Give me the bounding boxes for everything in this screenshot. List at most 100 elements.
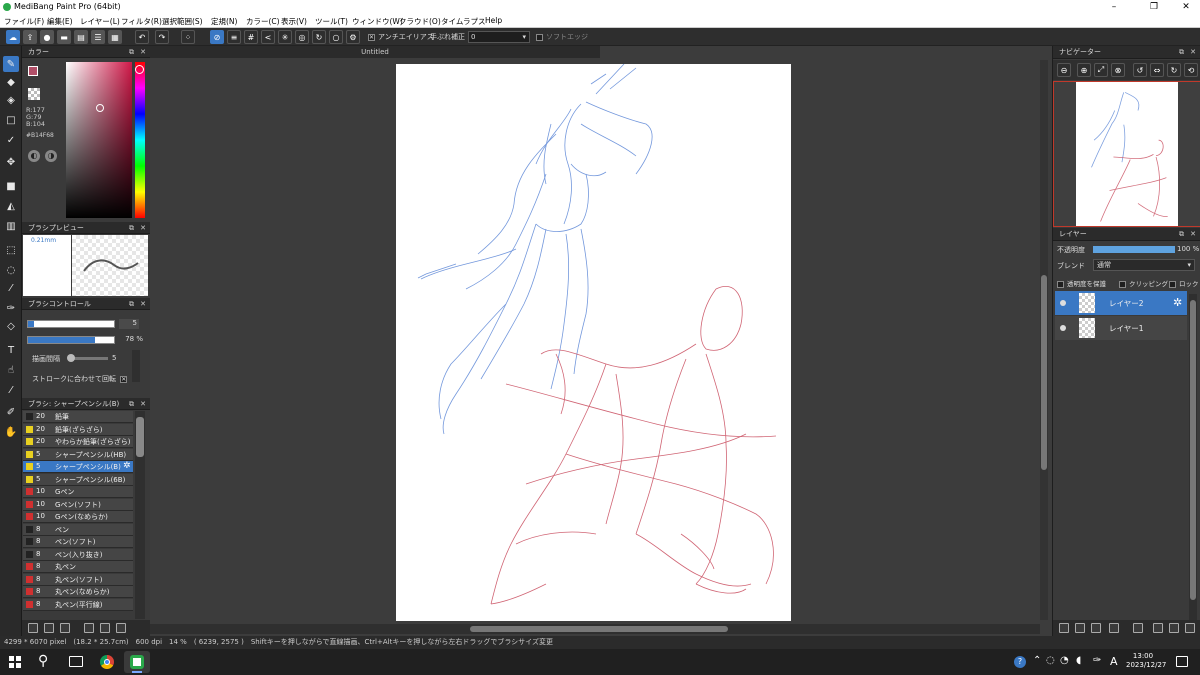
drawing-canvas[interactable]: [396, 63, 791, 621]
undock-icon[interactable]: ⧉: [129, 298, 134, 310]
brush-opacity-slider[interactable]: [27, 336, 115, 344]
zoom-out-icon[interactable]: ⊖: [1057, 63, 1071, 77]
layer-settings-icon[interactable]: ✲: [1173, 296, 1182, 309]
chevron-up-icon[interactable]: ⌃: [1033, 655, 1041, 666]
menu-help[interactable]: Help: [485, 16, 502, 25]
brush-item[interactable]: 8 丸ペン(平行線): [23, 598, 133, 611]
visibility-icon[interactable]: [1060, 325, 1066, 331]
fit-icon[interactable]: ⤢: [1094, 63, 1108, 77]
snap-radial-icon[interactable]: ✳: [278, 30, 292, 44]
clipping-checkbox[interactable]: [1119, 280, 1126, 288]
layer-scrollbar[interactable]: [1189, 294, 1197, 620]
palette-icon[interactable]: ◐: [28, 150, 40, 162]
menu-layer[interactable]: レイヤー(L): [80, 16, 120, 27]
zoom-reset-icon[interactable]: ⊗: [1111, 63, 1125, 77]
spacing-handle[interactable]: [67, 354, 75, 362]
select-pen-icon[interactable]: ✑: [3, 300, 19, 316]
ime-indicator[interactable]: A: [1110, 655, 1118, 668]
fill-rect-icon[interactable]: ■: [3, 178, 19, 194]
add-brush-icon[interactable]: [44, 623, 54, 633]
maximize-button[interactable]: ❐: [1140, 0, 1168, 14]
new-folder-icon[interactable]: [1133, 623, 1143, 633]
picker-cursor[interactable]: [96, 104, 104, 112]
stabilizer-select[interactable]: 0 ▾: [468, 31, 530, 43]
antialias-toggle[interactable]: ✕ アンチエイリアス: [368, 32, 434, 42]
visibility-icon[interactable]: [1060, 300, 1066, 306]
brush-list-scrollbar[interactable]: [135, 411, 145, 619]
brush-item[interactable]: 5 シャープペンシル(6B): [23, 473, 133, 486]
text-tool-icon[interactable]: T: [3, 342, 19, 358]
hue-slider[interactable]: [135, 62, 145, 218]
eraser-tool-icon[interactable]: ◆: [3, 74, 19, 90]
chrome-icon[interactable]: [100, 655, 114, 669]
brush-item[interactable]: 10 Gペン: [23, 486, 133, 498]
dot-eraser-icon[interactable]: ◈: [3, 92, 19, 108]
antialias-checkbox[interactable]: ✕: [368, 33, 375, 41]
upload-icon[interactable]: ⇪: [23, 30, 37, 44]
menu-file[interactable]: ファイル(F): [4, 16, 44, 27]
windows-start-icon[interactable]: [9, 656, 21, 668]
check-tool-icon[interactable]: ✓: [3, 132, 19, 148]
new-8bit-layer-icon[interactable]: [1091, 623, 1101, 633]
snap-none-icon[interactable]: ⊘: [210, 30, 224, 44]
menu-timelapse[interactable]: タイムラプス: [441, 16, 485, 27]
onedrive-icon[interactable]: ◌: [1046, 655, 1055, 666]
brush-item[interactable]: 10 Gペン(ソフト): [23, 498, 133, 511]
brush-item[interactable]: 10 Gペン(なめらか): [23, 511, 133, 523]
rotate-stroke-checkbox[interactable]: ✕: [120, 375, 128, 383]
lock-toggle[interactable]: ロック: [1169, 278, 1199, 288]
close-icon[interactable]: ✕: [140, 46, 146, 58]
protect-alpha-toggle[interactable]: 透明度を保護: [1057, 278, 1106, 288]
snap-circle-icon[interactable]: ◎: [295, 30, 309, 44]
bucket-tool-icon[interactable]: ◭: [3, 198, 19, 214]
rotate-right-icon[interactable]: ↻: [1167, 63, 1181, 77]
spacing-slider[interactable]: [67, 354, 108, 362]
close-icon[interactable]: ✕: [140, 222, 146, 234]
menu-filter[interactable]: フィルタ(R): [121, 16, 162, 27]
primary-color-swatch[interactable]: [28, 66, 38, 76]
grid-icon[interactable]: ▦: [108, 30, 122, 44]
comment-icon[interactable]: ▬: [57, 30, 71, 44]
operation-tool-icon[interactable]: ☝: [3, 362, 19, 378]
lock-checkbox[interactable]: [1169, 280, 1176, 288]
minimize-button[interactable]: –: [1100, 0, 1128, 14]
undock-icon[interactable]: ⧉: [1179, 228, 1184, 240]
cloud-icon[interactable]: ☁: [6, 30, 20, 44]
menu-tool[interactable]: ツール(T): [315, 16, 348, 27]
menu-window[interactable]: ウィンドウ(W): [352, 16, 403, 27]
notifications-icon[interactable]: [1176, 656, 1188, 667]
magic-wand-icon[interactable]: ⁄: [3, 280, 19, 296]
select-eraser-icon[interactable]: ◇: [3, 318, 19, 334]
brush-size-slider[interactable]: [27, 320, 115, 328]
transparent-swatch[interactable]: [28, 88, 40, 100]
menu-color[interactable]: カラー(C): [246, 16, 280, 27]
brush-item[interactable]: 8 ペン(入り抜き): [23, 548, 133, 561]
rotate-left-icon[interactable]: ↺: [1133, 63, 1147, 77]
rect-select-icon[interactable]: □: [3, 112, 19, 128]
speech-bubble-icon[interactable]: ●: [40, 30, 54, 44]
brush-item[interactable]: 8 丸ペン(なめらか): [23, 586, 133, 598]
search-icon[interactable]: ⚲: [38, 653, 48, 669]
undock-icon[interactable]: ⧉: [1179, 46, 1184, 58]
layer-row[interactable]: レイヤー1: [1055, 316, 1187, 340]
menu-selection[interactable]: 選択範囲(S): [162, 16, 203, 27]
move-tool-icon[interactable]: ✥: [3, 154, 19, 170]
snap-vanish-icon[interactable]: <: [261, 30, 275, 44]
list-icon[interactable]: ☰: [91, 30, 105, 44]
reset-rotation-icon[interactable]: ⟲: [1184, 63, 1198, 77]
saturation-value-picker[interactable]: [66, 62, 132, 218]
clock[interactable]: 13:00 2023/12/27: [1126, 652, 1166, 670]
clipping-toggle[interactable]: クリッピング: [1119, 278, 1168, 288]
delete-layer-icon[interactable]: [1185, 623, 1195, 633]
undo-icon[interactable]: ↶: [135, 30, 149, 44]
menu-view[interactable]: 表示(V): [281, 16, 307, 27]
page-icon[interactable]: ▤: [74, 30, 88, 44]
lasso-tool-icon[interactable]: ◌: [3, 262, 19, 278]
brush-item[interactable]: 8 ペン(ソフト): [23, 536, 133, 548]
brush-size-value[interactable]: 5: [119, 319, 139, 329]
gradient-tool-icon[interactable]: ▥: [3, 218, 19, 234]
close-icon[interactable]: ✕: [1190, 46, 1196, 58]
add-layer-menu-icon[interactable]: [1109, 623, 1119, 633]
menu-edit[interactable]: 編集(E): [47, 16, 73, 27]
layer-opacity-slider[interactable]: [1093, 246, 1175, 253]
